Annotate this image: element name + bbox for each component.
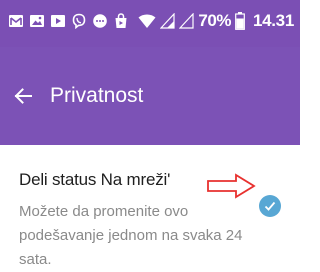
mail-icon — [9, 15, 23, 27]
setting-summary: Možete da promenite ovo podešavanje jedn… — [19, 203, 243, 268]
arrow-left-icon — [14, 88, 32, 104]
system-indicators: 70% 14.31 — [138, 11, 294, 31]
app-bar: Privatnost — [0, 47, 300, 145]
signal-icon-secondary — [179, 13, 195, 29]
battery-icon — [235, 12, 245, 30]
setting-share-online-status[interactable]: Deli status Na mreži' Možete da promenit… — [0, 145, 300, 268]
annotation-arrow-icon — [207, 173, 256, 199]
play-store-icon — [51, 15, 65, 27]
notification-icons — [8, 13, 129, 29]
checkbox[interactable] — [259, 195, 281, 217]
viber-icon — [72, 13, 86, 29]
messenger-icon — [93, 14, 107, 28]
battery-percent: 70% — [198, 11, 231, 30]
setting-title: Deli status Na mreži' — [19, 170, 171, 189]
signal-icon — [160, 13, 176, 29]
wifi-icon — [138, 14, 156, 28]
back-button[interactable] — [10, 83, 36, 109]
shopping-bag-icon — [115, 13, 127, 28]
gallery-icon — [30, 15, 44, 27]
page-title: Privatnost — [50, 84, 144, 107]
clock: 14.31 — [252, 11, 294, 30]
checkmark-icon — [264, 201, 276, 211]
status-bar: 70% 14.31 — [0, 0, 300, 47]
